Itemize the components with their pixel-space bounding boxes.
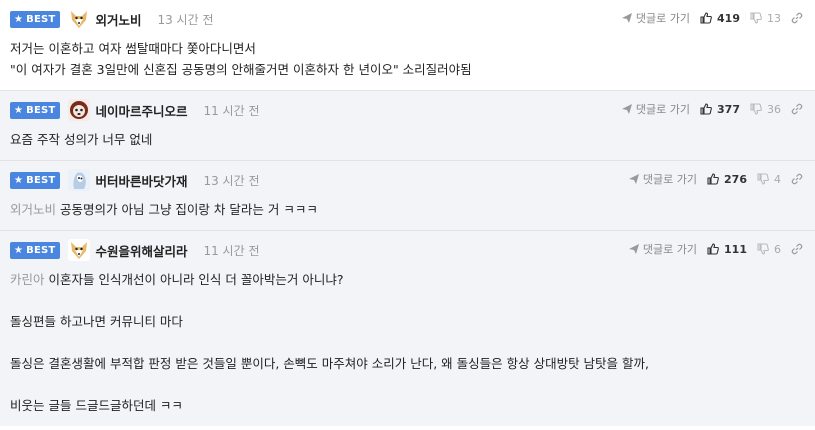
comment-line (10, 332, 803, 353)
reply-mention[interactable]: 카린아 (10, 272, 45, 287)
upvote-count: 111 (724, 242, 747, 256)
comment-body: 카린아 이혼자들 인식개선이 아니라 인식 더 꼴아박는거 아니냐? 돌싱편들 하… (10, 269, 803, 416)
comment-item: ★ BEST 네이마르주니오르 11 시간 전 댓글로 가기 377 36 요즘… (0, 91, 815, 161)
comment-line: "이 여자가 결혼 3일만에 신혼집 공동명의 안해줄거면 이혼하자 한 년이오… (10, 62, 472, 77)
comment-actions: 댓글로 가기 377 36 (621, 101, 803, 117)
upvote-count: 276 (724, 172, 747, 186)
share-link-button[interactable] (791, 243, 803, 255)
comment-header: ★ BEST 네이마르주니오르 11 시간 전 댓글로 가기 377 36 (10, 99, 803, 121)
timestamp: 11 시간 전 (203, 103, 260, 118)
avatar[interactable] (68, 239, 91, 261)
go-to-reply-label: 댓글로 가기 (642, 243, 698, 256)
upvote-count: 377 (717, 102, 740, 116)
thumbs-up-icon (707, 173, 719, 185)
author-name[interactable]: 수원을위해살리라 (95, 241, 187, 260)
comment-line: 비웃는 글들 드글드글하던데 ㅋㅋ (10, 398, 183, 413)
go-to-reply-button[interactable]: 댓글로 가기 (628, 171, 698, 187)
link-icon (791, 243, 803, 255)
reply-mention[interactable]: 외거노비 (10, 202, 56, 217)
send-icon (628, 244, 639, 254)
downvote-count: 13 (767, 11, 781, 25)
comment-actions: 댓글로 가기 276 4 (628, 171, 803, 187)
star-icon: ★ (14, 104, 24, 116)
go-to-reply-button[interactable]: 댓글로 가기 (621, 101, 691, 117)
comment-header: ★ BEST 버터바른바닷가재 13 시간 전 댓글로 가기 276 4 (10, 169, 803, 191)
comment-list: ★ BEST 외거노비 13 시간 전 댓글로 가기 419 13 저거는 이혼… (0, 0, 815, 426)
downvote-button[interactable]: 13 (750, 12, 781, 25)
thumbs-down-icon (750, 12, 762, 24)
upvote-button[interactable]: 111 (707, 243, 747, 256)
comment-header: ★ BEST 외거노비 13 시간 전 댓글로 가기 419 13 (10, 8, 803, 30)
comment-item: ★ BEST 외거노비 13 시간 전 댓글로 가기 419 13 저거는 이혼… (0, 0, 815, 91)
author-name[interactable]: 버터바른바닷가재 (95, 171, 187, 190)
comment-line: 이혼자들 인식개선이 아니라 인식 더 꼴아박는거 아니냐? (48, 272, 344, 287)
comment-line: 돌싱은 결혼생활에 부적합 판정 받은 것들일 뿐이다, 손뼉도 마주쳐야 소리… (10, 356, 649, 371)
comment-line: 공동명의가 아님 그냥 집이랑 차 달라는 거 ㅋㅋㅋ (60, 202, 318, 217)
star-icon: ★ (14, 13, 24, 25)
downvote-button[interactable]: 4 (757, 173, 781, 186)
thumbs-down-icon (757, 173, 769, 185)
comment-body: 요즘 주작 성의가 너무 없네 (10, 129, 803, 150)
link-icon (791, 12, 803, 24)
timestamp: 11 시간 전 (203, 243, 260, 258)
upvote-button[interactable]: 276 (707, 173, 747, 186)
share-link-button[interactable] (791, 12, 803, 24)
best-badge: ★ BEST (10, 10, 61, 28)
go-to-reply-button[interactable]: 댓글로 가기 (628, 241, 698, 257)
send-icon (621, 104, 632, 114)
send-icon (621, 13, 632, 23)
comment-line: 저거는 이혼하고 여자 썸탈때마다 쫓아다니면서 (10, 41, 256, 56)
downvote-count: 36 (767, 102, 781, 116)
share-link-button[interactable] (791, 103, 803, 115)
comment-actions: 댓글로 가기 111 6 (628, 241, 803, 257)
go-to-reply-label: 댓글로 가기 (635, 12, 691, 25)
comment-item: ★ BEST 버터바른바닷가재 13 시간 전 댓글로 가기 276 4 외거노… (0, 161, 815, 231)
timestamp: 13 시간 전 (157, 12, 214, 27)
downvote-button[interactable]: 6 (757, 243, 781, 256)
send-icon (628, 174, 639, 184)
share-link-button[interactable] (791, 173, 803, 185)
best-badge: ★ BEST (10, 101, 61, 119)
go-to-reply-label: 댓글로 가기 (635, 103, 691, 116)
comment-body: 저거는 이혼하고 여자 썸탈때마다 쫓아다니면서 "이 여자가 결혼 3일만에 … (10, 38, 803, 80)
upvote-count: 419 (717, 11, 740, 25)
best-badge: ★ BEST (10, 171, 61, 189)
comment-line (10, 374, 803, 395)
link-icon (791, 173, 803, 185)
avatar[interactable] (68, 169, 91, 191)
comment-body: 외거노비 공동명의가 아님 그냥 집이랑 차 달라는 거 ㅋㅋㅋ (10, 199, 803, 220)
author-name[interactable]: 네이마르주니오르 (95, 101, 187, 120)
upvote-button[interactable]: 419 (700, 12, 740, 25)
downvote-count: 6 (774, 242, 781, 256)
thumbs-up-icon (700, 103, 712, 115)
comment-item: ★ BEST 수원을위해살리라 11 시간 전 댓글로 가기 111 6 카린아… (0, 231, 815, 426)
best-label: BEST (26, 174, 56, 186)
downvote-button[interactable]: 36 (750, 103, 781, 116)
comment-actions: 댓글로 가기 419 13 (621, 10, 803, 26)
thumbs-down-icon (750, 103, 762, 115)
author-name[interactable]: 외거노비 (95, 10, 141, 29)
go-to-reply-button[interactable]: 댓글로 가기 (621, 10, 691, 26)
avatar[interactable] (68, 8, 91, 30)
star-icon: ★ (14, 244, 24, 256)
star-icon: ★ (14, 174, 24, 186)
comment-header: ★ BEST 수원을위해살리라 11 시간 전 댓글로 가기 111 6 (10, 239, 803, 261)
timestamp: 13 시간 전 (203, 173, 260, 188)
best-label: BEST (26, 104, 56, 116)
comment-line: 돌싱편들 하고나면 커뮤니티 마다 (10, 314, 183, 329)
best-label: BEST (26, 244, 56, 256)
link-icon (791, 103, 803, 115)
upvote-button[interactable]: 377 (700, 103, 740, 116)
thumbs-down-icon (757, 243, 769, 255)
best-badge: ★ BEST (10, 241, 61, 259)
avatar[interactable] (68, 99, 91, 121)
comment-line (10, 290, 803, 311)
thumbs-up-icon (707, 243, 719, 255)
comment-line: 요즘 주작 성의가 너무 없네 (10, 132, 153, 147)
best-label: BEST (26, 13, 56, 25)
go-to-reply-label: 댓글로 가기 (642, 173, 698, 186)
downvote-count: 4 (774, 172, 781, 186)
thumbs-up-icon (700, 12, 712, 24)
